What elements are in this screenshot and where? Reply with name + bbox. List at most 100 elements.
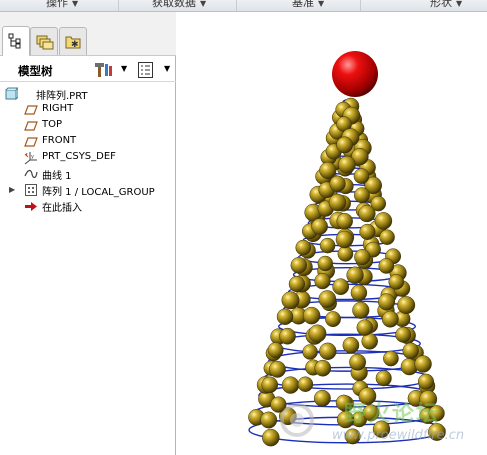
ornament-ball [336,136,354,154]
model-tree-title: 模型树 [18,64,53,78]
tree-settings-button[interactable] [93,60,115,80]
model-tree-header: 模型树 ▼ ▼ [0,58,176,82]
tree-item-insert-here[interactable]: 在此插入 [0,198,176,214]
curve-icon [24,169,38,179]
tree-item-label: 排阵列.PRT [36,91,88,102]
tree-item-curve[interactable]: 曲线 1 [0,166,176,182]
tree-item-label: 曲线 1 [42,171,72,182]
ornament-ball [288,275,306,293]
ornament-ball [338,155,356,174]
menu-get-data[interactable]: 获取数据 ▼ [150,0,207,11]
ornament-ball [302,306,321,325]
ornament-ball [311,218,328,235]
tree-item-label: PRT_CSYS_DEF [42,151,116,162]
menu-divider [236,0,237,11]
datum-plane-icon [24,137,38,147]
menu-shapes-label: 形状 [430,0,452,9]
ornament-ball [336,212,353,230]
chevron-down-icon: ▼ [200,0,207,8]
tree-item-front[interactable]: FRONT [0,134,176,150]
model-tree-icon [8,33,21,49]
ornament-ball [318,290,337,308]
graphics-viewport[interactable]: 野火论坛 www.proewildfire.cn [177,12,487,455]
menu-divider [118,0,119,11]
folder-browser-icon [36,35,54,50]
tree-columns-icon [138,62,153,78]
ornament-ball [375,370,392,387]
ornament-ball [353,187,370,204]
ornament-ball [268,360,286,378]
ornament-ball [346,266,364,284]
ornament-ball [319,161,337,179]
hammer-settings-icon [95,63,112,77]
menu-shapes[interactable]: 形状 ▼ [428,0,462,11]
chevron-down-icon: ▼ [318,0,325,8]
tree-item-csys[interactable]: y PRT_CSYS_DEF [0,150,176,166]
tab-model-tree[interactable] [2,26,30,56]
favorites-icon: ✱ [65,36,81,50]
pattern-icon [25,184,37,196]
ornament-ball [414,355,432,373]
ornament-ball [281,291,300,310]
svg-text:y: y [31,154,34,160]
tree-item-label: RIGHT [42,103,74,114]
ornament-ball [378,293,396,311]
menu-operations-label: 操作 [46,0,68,9]
menu-operations[interactable]: 操作 ▼ [44,0,79,11]
ornament-ball [374,212,393,230]
ornament-ball [350,284,368,302]
datum-plane-icon [24,105,38,115]
ornament-ball [342,336,360,354]
ornament-ball [388,274,405,290]
ornament-ball [325,311,341,328]
ornament-ball [337,245,354,262]
ornament-ball [395,326,412,343]
ornament-ball [319,237,336,254]
ornament-ball [319,342,337,360]
ornament-ball [349,353,367,371]
ornament-ball [332,278,350,296]
ornament-balls [248,97,446,447]
watermark-brand: 野火论坛 [344,402,441,427]
ornament-ball [383,350,399,367]
chevron-down-icon[interactable]: ▼ [121,64,127,73]
ornament-ball [397,296,416,315]
ornament-ball [290,257,308,274]
menu-datum-label: 基准 [292,0,314,9]
ornament-ball [379,229,395,245]
part-icon [5,87,18,101]
chevron-down-icon: ▼ [72,0,79,8]
ornament-ball [314,359,332,377]
ornament-ball [352,301,370,319]
ornament-ball [314,272,331,290]
ornament-ball [353,168,370,184]
expand-arrow-icon[interactable]: ▶ [9,185,15,194]
watermark-url: www.proewildfire.cn [332,428,465,443]
ornament-ball [267,342,284,359]
ornament-ball [279,327,296,345]
ornament-ball [297,376,314,392]
coordinate-system-icon: y [24,152,37,165]
ornament-ball [378,258,395,274]
ornament-ball [281,376,300,394]
tree-item-right[interactable]: RIGHT [0,102,176,118]
tree-item-top[interactable]: TOP [0,118,176,134]
ornament-ball [295,239,312,256]
tree-item-part[interactable]: 排阵列.PRT [0,86,176,102]
tree-item-label: 阵列 1 / LOCAL_GROUP [42,187,155,198]
ornament-ball [261,376,279,394]
chevron-down-icon[interactable]: ▼ [164,64,170,73]
ornament-ball [335,230,354,249]
menu-bar: 操作 ▼ 获取数据 ▼ 基准 ▼ 形状 ▼ [0,0,487,12]
tab-favorites[interactable]: ✱ [59,27,87,55]
navigator-panel: ✱ 模型树 ▼ ▼ 排阵列.PRT RIGHT TOP FRONT y PRT_… [0,12,176,455]
menu-get-data-label: 获取数据 [152,0,196,9]
tree-show-button[interactable] [137,60,155,80]
ornament-ball [302,344,318,360]
menu-datum[interactable]: 基准 ▼ [290,0,325,11]
tree-item-pattern[interactable]: ▶ 阵列 1 / LOCAL_GROUP [0,182,176,198]
ornament-ball [358,204,376,223]
ornament-ball [381,310,399,328]
ornament-ball [359,223,376,240]
tab-folder-browser[interactable] [30,27,58,55]
